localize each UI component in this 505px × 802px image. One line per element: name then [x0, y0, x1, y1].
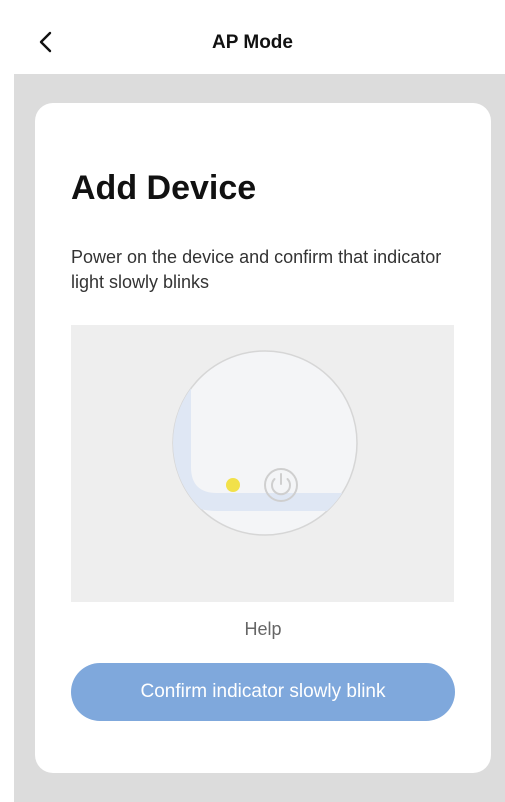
device-illustration [71, 325, 454, 602]
indicator-light [226, 478, 240, 492]
page-title: AP Mode [212, 32, 293, 53]
device-illustration-graphic [172, 350, 358, 536]
top-bar: AP Mode [0, 0, 505, 72]
card-description: Power on the device and confirm that ind… [71, 247, 442, 292]
card-title: Add Device [71, 169, 257, 207]
confirm-button[interactable]: Confirm indicator slowly blink [71, 663, 455, 721]
add-device-card: Add Device Power on the device and confi… [35, 103, 491, 773]
help-link[interactable]: Help [35, 619, 491, 640]
